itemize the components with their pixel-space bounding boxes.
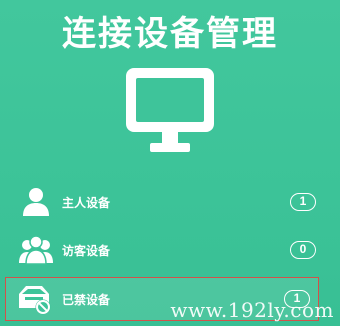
device-management-panel: 连接设备管理 主人设备 1 访客设备 0 已禁设备 1 www.192ly.co… [0,0,340,326]
page-title: 连接设备管理 [62,14,278,54]
host-devices-count-badge: 1 [290,193,316,211]
guest-devices-count-badge: 0 [290,241,316,259]
host-devices-row[interactable]: 主人设备 1 [14,183,316,223]
monitor-icon [124,66,216,158]
users-group-icon [18,233,54,267]
watermark: www.192ly.com [170,298,334,322]
blocked-device-icon [16,282,52,316]
blocked-devices-label: 已禁设备 [62,293,111,307]
guest-devices-label: 访客设备 [62,244,111,258]
host-devices-label: 主人设备 [62,196,111,210]
guest-devices-row[interactable]: 访客设备 0 [14,231,316,271]
user-icon [18,185,54,219]
